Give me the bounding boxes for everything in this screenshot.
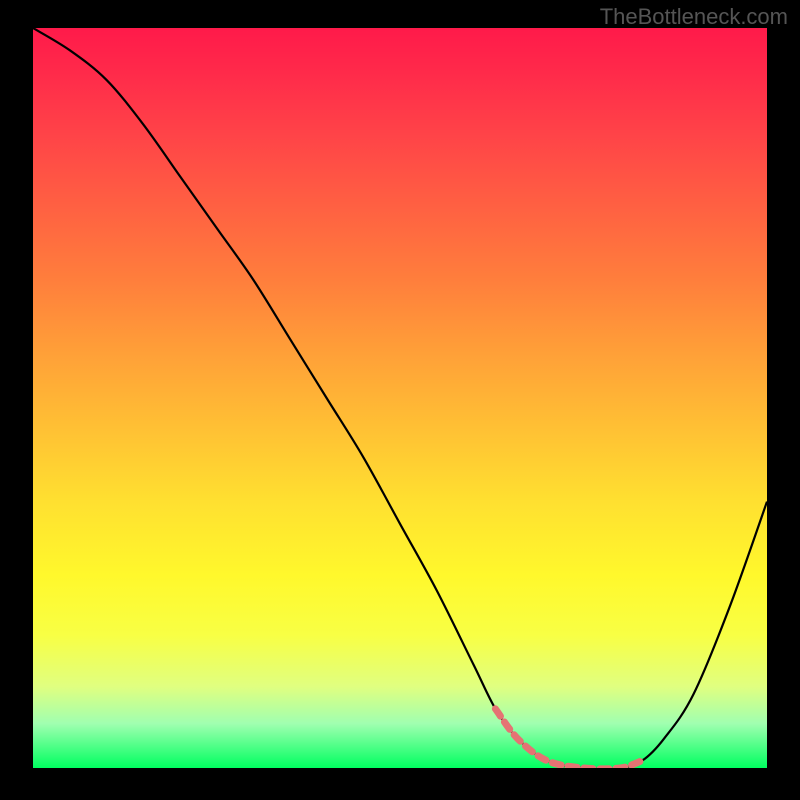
chart-plot-area (33, 28, 767, 768)
chart-background-gradient (33, 28, 767, 768)
watermark-text: TheBottleneck.com (600, 4, 788, 30)
